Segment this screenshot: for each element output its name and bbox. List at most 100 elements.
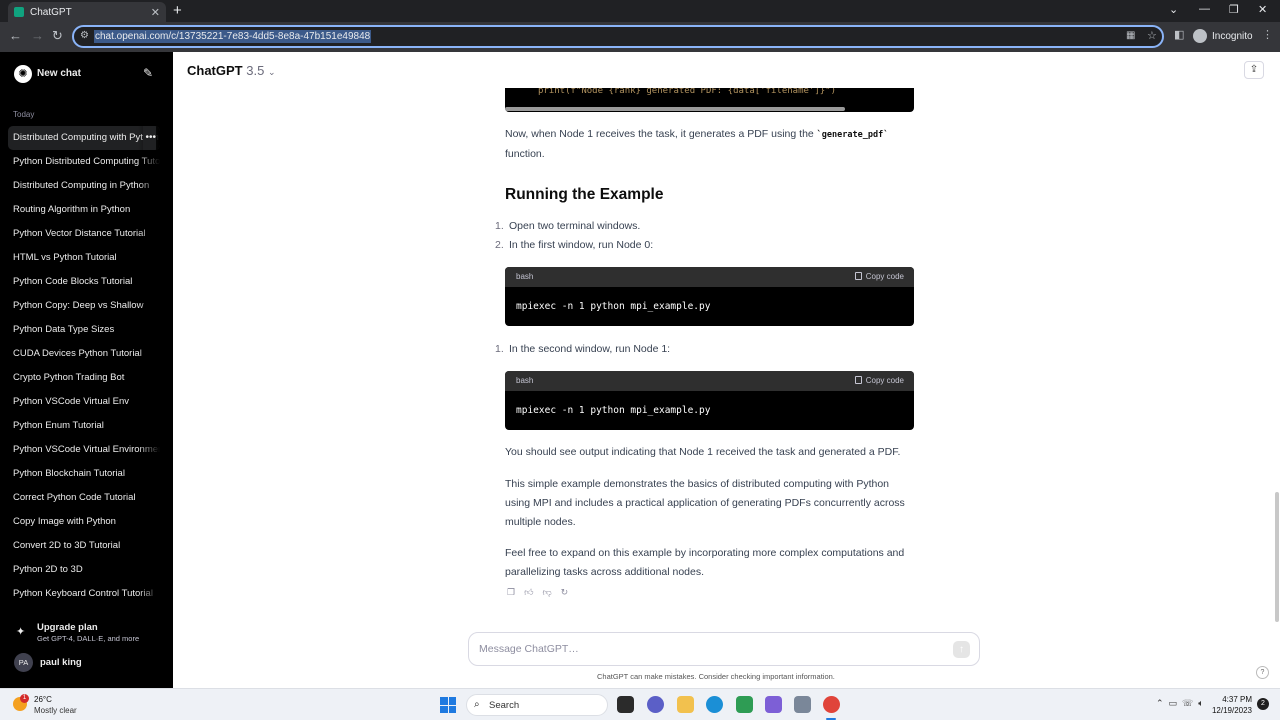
taskbar-search[interactable]: ⌕ Search xyxy=(466,694,608,716)
compose-icon[interactable]: ✎ xyxy=(143,66,153,80)
browser-tab[interactable]: ChatGPT ✕ xyxy=(8,2,166,22)
thumbs-up-icon[interactable]: 👍︎ xyxy=(524,587,533,598)
copy-code-button[interactable]: Copy code xyxy=(854,376,904,385)
minimize-button[interactable]: — xyxy=(1199,3,1210,15)
new-chat-button[interactable]: ✺ New chat ✎ xyxy=(0,65,173,83)
sidebar-chat-item[interactable]: Copy Image with Python xyxy=(8,510,160,534)
share-button[interactable]: ⇪ xyxy=(1244,61,1264,79)
incognito-indicator[interactable]: Incognito xyxy=(1193,29,1253,43)
model-version: 3.5 xyxy=(246,63,265,78)
code-line: print(f"Node {rank} generated PDF: {data… xyxy=(538,88,837,96)
model-selector[interactable]: ChatGPT 3.5 ⌄ xyxy=(187,63,276,78)
app-icon[interactable] xyxy=(794,696,811,713)
sidebar-chat-label: Correct Python Code Tutorial xyxy=(13,492,136,503)
sidebar-chat-item[interactable]: Python Vector Distance Tutorial xyxy=(8,222,160,246)
app-icon[interactable] xyxy=(765,696,782,713)
regenerate-icon[interactable]: ↻ xyxy=(561,587,569,598)
maximize-button[interactable]: ❐ xyxy=(1229,3,1239,16)
text-fade xyxy=(138,390,160,414)
message-input[interactable] xyxy=(479,641,919,657)
search-label: Search xyxy=(489,700,520,711)
tab-close-icon[interactable]: ✕ xyxy=(151,6,160,19)
windows-start-icon[interactable] xyxy=(440,697,456,713)
sidebar-chat-item[interactable]: CUDA Devices Python Tutorial xyxy=(8,342,160,366)
upgrade-subtitle: Get GPT-4, DALL·E, and more xyxy=(37,634,140,643)
send-button[interactable]: ↑ xyxy=(953,641,970,658)
sidebar-chat-item[interactable]: Python Distributed Computing Tutorial xyxy=(8,150,160,174)
system-tray[interactable]: ⌃ ▭ ☏ 🔈︎ xyxy=(1156,698,1204,709)
clipboard-icon xyxy=(854,376,862,384)
sidebar-chat-label: CUDA Devices Python Tutorial xyxy=(13,348,142,359)
sidebar-chat-item[interactable]: Crypto Python Trading Bot xyxy=(8,366,160,390)
sidebar-chat-item[interactable]: Python Code Blocks Tutorial xyxy=(8,270,160,294)
copy-code-button[interactable]: Copy code xyxy=(854,272,904,281)
menu-kebab-icon[interactable]: ⋮ xyxy=(1262,28,1273,41)
sidebar-chat-item[interactable]: Python Enum Tutorial xyxy=(8,414,160,438)
sidebar-chat-item[interactable]: Python Blockchain Tutorial xyxy=(8,462,160,486)
sidebar-chat-item[interactable]: Python 2D to 3D xyxy=(8,558,160,582)
sidebar-chat-label: Python Blockchain Tutorial xyxy=(13,468,125,479)
edge-browser-icon[interactable] xyxy=(706,696,723,713)
copy-code-label: Copy code xyxy=(865,376,904,385)
text-fade xyxy=(138,582,160,606)
side-panel-icon[interactable]: ◧ xyxy=(1174,28,1184,41)
disclaimer-text: ChatGPT can make mistakes. Consider chec… xyxy=(597,672,835,681)
sidebar-chat-item[interactable]: HTML vs Python Tutorial xyxy=(8,246,160,270)
sidebar-chat-item[interactable]: Routing Algorithm in Python xyxy=(8,198,160,222)
qr-code-icon[interactable]: ▦ xyxy=(1126,30,1135,41)
message-paragraph: This simple example demonstrates the bas… xyxy=(505,478,905,528)
chat-options-icon[interactable]: ••• xyxy=(143,126,156,150)
chat-app-icon[interactable] xyxy=(647,696,664,713)
sidebar-chat-item[interactable]: Python Copy: Deep vs Shallow xyxy=(8,294,160,318)
sidebar-chat-label: Crypto Python Trading Bot xyxy=(13,372,125,383)
back-arrow-icon[interactable]: ← xyxy=(9,28,22,43)
code-language: bash xyxy=(516,272,534,281)
url-text[interactable]: chat.openai.com/c/13735221-7e83-4dd5-8e8… xyxy=(94,30,372,43)
sidebar-chat-label: Distributed Computing in Python xyxy=(13,180,150,191)
sidebar-chat-label: HTML vs Python Tutorial xyxy=(13,252,117,263)
text-fade xyxy=(138,342,160,366)
sidebar-chat-item[interactable]: Correct Python Code Tutorial xyxy=(8,486,160,510)
code-block-header xyxy=(505,371,914,391)
sidebar-chat-item[interactable]: Convert 2D to 3D Tutorial xyxy=(8,534,160,558)
app-icon[interactable] xyxy=(736,696,753,713)
incognito-label: Incognito xyxy=(1212,30,1253,42)
message-actions: ❐ 👍︎ 👎︎ ↻ xyxy=(507,587,568,598)
upgrade-title: Upgrade plan xyxy=(37,622,98,633)
task-view-icon[interactable] xyxy=(617,696,634,713)
thumbs-down-icon[interactable]: 👎︎ xyxy=(542,587,551,598)
sidebar-chat-item[interactable]: Python Data Type Sizes xyxy=(8,318,160,342)
sidebar-chat-label: Python Code Blocks Tutorial xyxy=(13,276,133,287)
new-tab-button[interactable]: + xyxy=(173,3,182,19)
reload-icon[interactable]: ↻ xyxy=(52,28,63,44)
file-explorer-icon[interactable] xyxy=(677,696,694,713)
code-block-partial: print(f"Node {rank} generated PDF: {data… xyxy=(505,88,914,112)
code-horizontal-scrollbar[interactable] xyxy=(505,107,845,111)
notification-badge[interactable]: 2 xyxy=(1257,698,1269,710)
copy-icon[interactable]: ❐ xyxy=(507,587,515,598)
code-line: mpiexec -n 1 python mpi_example.py xyxy=(516,405,711,416)
tab-search-icon[interactable]: ⌄ xyxy=(1169,3,1178,16)
sidebar-chat-item[interactable]: Python VSCode Virtual Environment xyxy=(8,438,160,462)
sidebar-chat-item[interactable]: Distributed Computing in Python xyxy=(8,174,160,198)
vertical-scrollbar[interactable] xyxy=(1275,492,1279,622)
text-fade xyxy=(138,438,160,462)
message-composer: ↑ xyxy=(468,632,980,666)
forward-arrow-icon[interactable]: → xyxy=(31,28,44,43)
help-button[interactable]: ? xyxy=(1256,666,1269,679)
sidebar-chat-item[interactable]: Python Keyboard Control Tutorial xyxy=(8,582,160,606)
sidebar-chat-item[interactable]: Python VSCode Virtual Env xyxy=(8,390,160,414)
chrome-browser-icon[interactable] xyxy=(823,696,840,713)
sidebar-chat-label: Python Enum Tutorial xyxy=(13,420,104,431)
code-language: bash xyxy=(516,376,534,385)
bookmark-star-icon[interactable]: ☆ xyxy=(1147,29,1157,42)
system-clock[interactable]: 4:37 PM 12/19/2023 xyxy=(1208,694,1252,716)
paragraph-text: Now, when Node 1 receives the task, it g… xyxy=(505,128,817,140)
search-icon: ⌕ xyxy=(474,699,480,710)
sidebar-chat-item[interactable]: Distributed Computing with Python ••• xyxy=(8,126,160,150)
close-window-button[interactable]: ✕ xyxy=(1258,3,1267,16)
site-info-icon[interactable]: ⚙ xyxy=(80,30,89,41)
tab-title: ChatGPT xyxy=(30,6,72,18)
text-fade xyxy=(138,198,160,222)
main-panel: ChatGPT 3.5 ⌄ ⇪ print(f"Node {rank} gene… xyxy=(173,52,1280,688)
